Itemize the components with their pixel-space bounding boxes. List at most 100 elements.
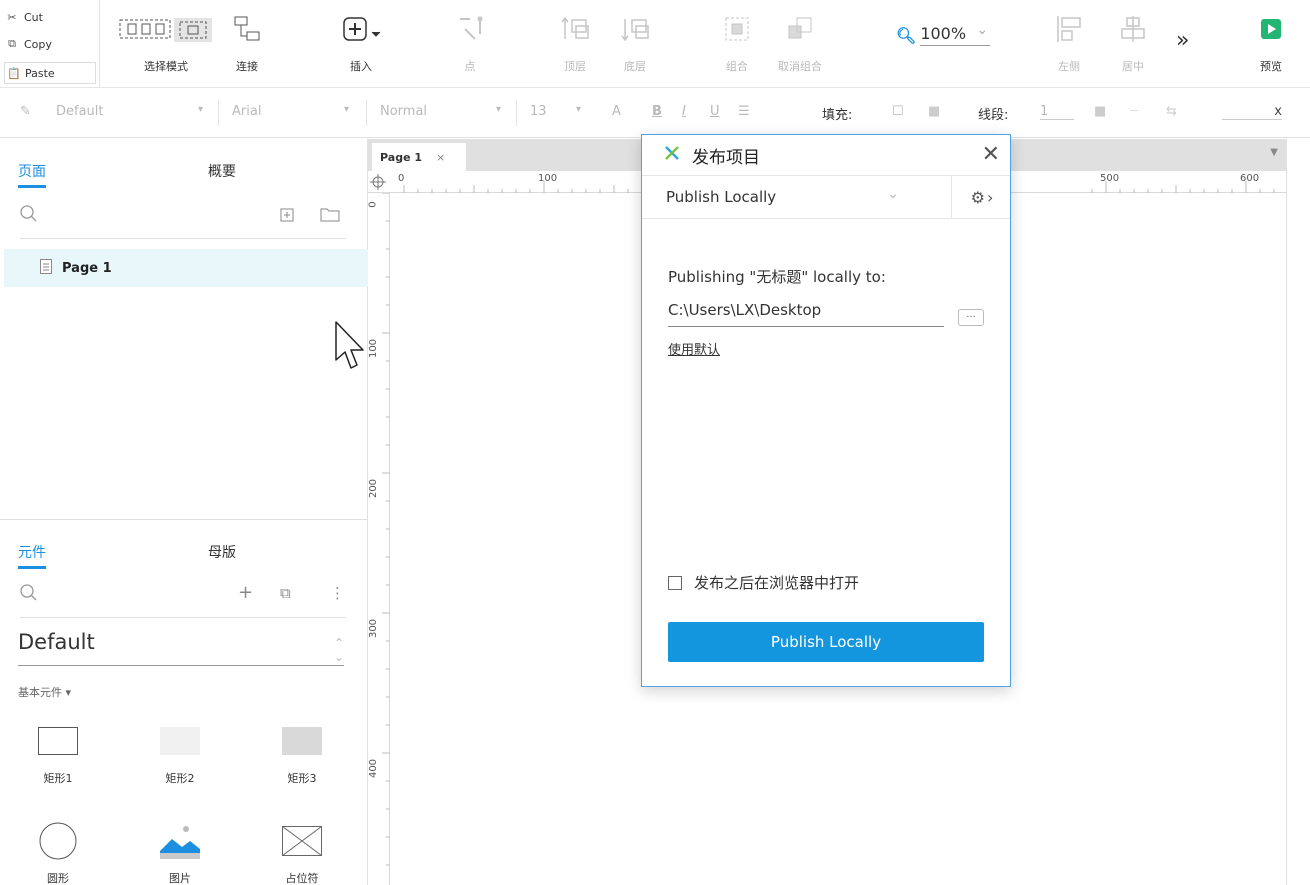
zoom-selector[interactable]: 🔍︎ 100% <box>896 22 991 46</box>
arrow-style-icon[interactable]: ⇆ <box>1166 104 1177 119</box>
main-toolbar: ✂ Cut ⧉ Copy 📋 Paste 选择模式 连接 插入 点 顶层 底层 … <box>0 0 1310 88</box>
x-position-input[interactable]: x <box>1222 104 1282 120</box>
publish-mode-bar: Publish Locally ⌄ ⚙ › <box>642 175 1010 219</box>
add-library-icon[interactable]: + <box>238 582 253 603</box>
line-label: 线段: <box>978 108 1009 123</box>
vertical-ruler: 0 100 200 300 400 <box>368 193 390 885</box>
style-edit-icon: ✎ <box>20 104 31 119</box>
connect-button[interactable]: 连接 <box>232 14 262 74</box>
bottom-layer-button[interactable]: 底层 <box>620 14 650 74</box>
dialog-header: 发布项目 <box>642 135 1010 175</box>
tab-pages[interactable]: 页面 <box>18 161 208 188</box>
publish-locally-button[interactable]: Publish Locally <box>668 622 984 662</box>
align-left-button[interactable]: 左侧 <box>1054 14 1084 74</box>
widgets-toolbar: + ⧉ ⋮ <box>20 582 346 618</box>
italic-icon[interactable]: I <box>682 104 686 119</box>
paste-button[interactable]: 📋 Paste <box>4 62 96 84</box>
point-icon <box>455 14 485 44</box>
shadow-swatch[interactable]: ■ <box>928 104 940 119</box>
open-in-browser-checkbox[interactable]: 发布之后在浏览器中打开 <box>668 572 859 593</box>
library-select[interactable]: Default ⌃ ⌄ <box>18 630 344 666</box>
tab-widgets[interactable]: 元件 <box>18 542 208 569</box>
widget-circle[interactable]: 圆形 <box>18 822 98 885</box>
ungroup-icon <box>785 14 815 44</box>
zoom-icon: 🔍︎ <box>896 25 917 45</box>
publish-mode-dropdown[interactable]: Publish Locally ⌄ <box>642 176 952 218</box>
scissors-icon: ✂ <box>7 10 17 24</box>
gear-icon: ⚙ <box>970 187 985 207</box>
style-dropdown[interactable]: Default <box>56 104 104 119</box>
cut-button[interactable]: ✂ Cut <box>6 6 96 28</box>
select-mode-button[interactable]: 选择模式 <box>118 14 214 74</box>
font-size-dropdown[interactable]: 13 <box>530 104 547 119</box>
category-title[interactable]: 基本元件 ▾ <box>18 684 71 700</box>
page-icon <box>40 258 52 278</box>
preview-button[interactable]: 预览 <box>1256 14 1286 74</box>
search-icon[interactable] <box>20 205 38 227</box>
copy-button[interactable]: ⧉ Copy <box>6 33 96 55</box>
line-color-swatch[interactable]: ■ <box>1094 104 1106 119</box>
top-layer-button[interactable]: 顶层 <box>560 14 590 74</box>
vertical-scrollbar[interactable] <box>1286 139 1310 885</box>
dialog-title: 发布项目 <box>692 147 760 168</box>
pages-panel: 页面 概要 Page 1 <box>0 139 368 519</box>
close-tab-icon[interactable]: × <box>436 151 445 164</box>
widget-image[interactable]: 图片 <box>140 821 220 885</box>
group-button[interactable]: 组合 <box>722 14 752 74</box>
tab-menu-chevron-icon[interactable]: ▼ <box>1270 147 1278 158</box>
insert-button[interactable]: 插入 <box>340 14 382 74</box>
font-color-icon[interactable]: A <box>612 104 621 119</box>
updown-chevron-icon: ⌃ ⌄ <box>333 636 344 664</box>
widget-rectangle-3[interactable]: 矩形3 <box>262 726 342 786</box>
tab-page-1[interactable]: Page 1 × <box>372 143 466 171</box>
bring-front-icon <box>560 14 590 44</box>
ruler-label: 400 <box>368 758 380 779</box>
widget-rectangle-2[interactable]: 矩形2 <box>140 726 220 786</box>
play-icon <box>1256 14 1286 44</box>
font-weight-dropdown[interactable]: Normal <box>380 104 427 119</box>
page-item[interactable]: Page 1 <box>4 249 368 287</box>
fill-color-swatch[interactable]: ☐ <box>892 104 904 119</box>
more-options-icon[interactable]: ⋮ <box>330 584 345 602</box>
close-icon[interactable]: ✕ <box>982 141 1000 169</box>
ruler-label: 100 <box>538 173 558 184</box>
align-center-icon <box>1118 14 1148 44</box>
rectangle-icon <box>38 726 78 756</box>
rectangle-icon <box>160 726 200 756</box>
checkbox-icon <box>668 575 682 590</box>
search-icon[interactable] <box>20 584 38 606</box>
add-folder-icon[interactable] <box>320 207 340 226</box>
use-default-link[interactable]: 使用默认 <box>668 339 720 358</box>
align-left-icon <box>1054 14 1084 44</box>
ruler-label: 200 <box>368 478 380 499</box>
copy-icon: ⧉ <box>8 37 16 50</box>
chevron-down-icon: ▾ <box>198 104 204 115</box>
line-pattern-icon[interactable]: ┈ <box>1130 104 1138 119</box>
ruler-label: 600 <box>1240 173 1260 184</box>
add-page-icon[interactable] <box>280 207 294 226</box>
ungroup-button[interactable]: 取消组合 <box>778 14 822 74</box>
clipboard-icon: 📋 <box>7 66 21 80</box>
browse-button[interactable]: ··· <box>958 309 984 326</box>
chevron-down-icon: ▾ <box>576 104 582 115</box>
underline-icon[interactable]: U <box>710 104 720 119</box>
publish-path-input[interactable]: C:\Users\LX\Desktop <box>668 301 944 327</box>
ruler-label: 100 <box>368 338 380 359</box>
chevron-down-icon: ▾ <box>344 104 350 115</box>
settings-button[interactable]: ⚙ › <box>954 176 1010 218</box>
axure-logo-icon <box>664 145 680 166</box>
ruler-label: 0 <box>367 201 379 208</box>
widget-placeholder[interactable]: 占位符 <box>262 826 342 885</box>
list-icon[interactable]: ☰ <box>738 104 750 119</box>
widgets-panel: 元件 母版 + ⧉ ⋮ Default ⌃ ⌄ 基本元件 ▾ 矩形1 矩形2 矩形… <box>0 519 368 885</box>
publish-message: Publishing "无标题" locally to: <box>668 268 886 286</box>
font-dropdown[interactable]: Arial <box>232 104 261 119</box>
align-center-button[interactable]: 居中 <box>1118 14 1148 74</box>
more-tools-button[interactable]: » <box>1176 28 1189 53</box>
point-button[interactable]: 点 <box>455 14 485 74</box>
bold-icon[interactable]: B <box>652 104 662 119</box>
line-width-input[interactable]: 1 <box>1040 104 1074 120</box>
divider <box>218 100 219 126</box>
library-manager-icon[interactable]: ⧉ <box>280 584 291 602</box>
widget-rectangle-1[interactable]: 矩形1 <box>18 726 98 786</box>
